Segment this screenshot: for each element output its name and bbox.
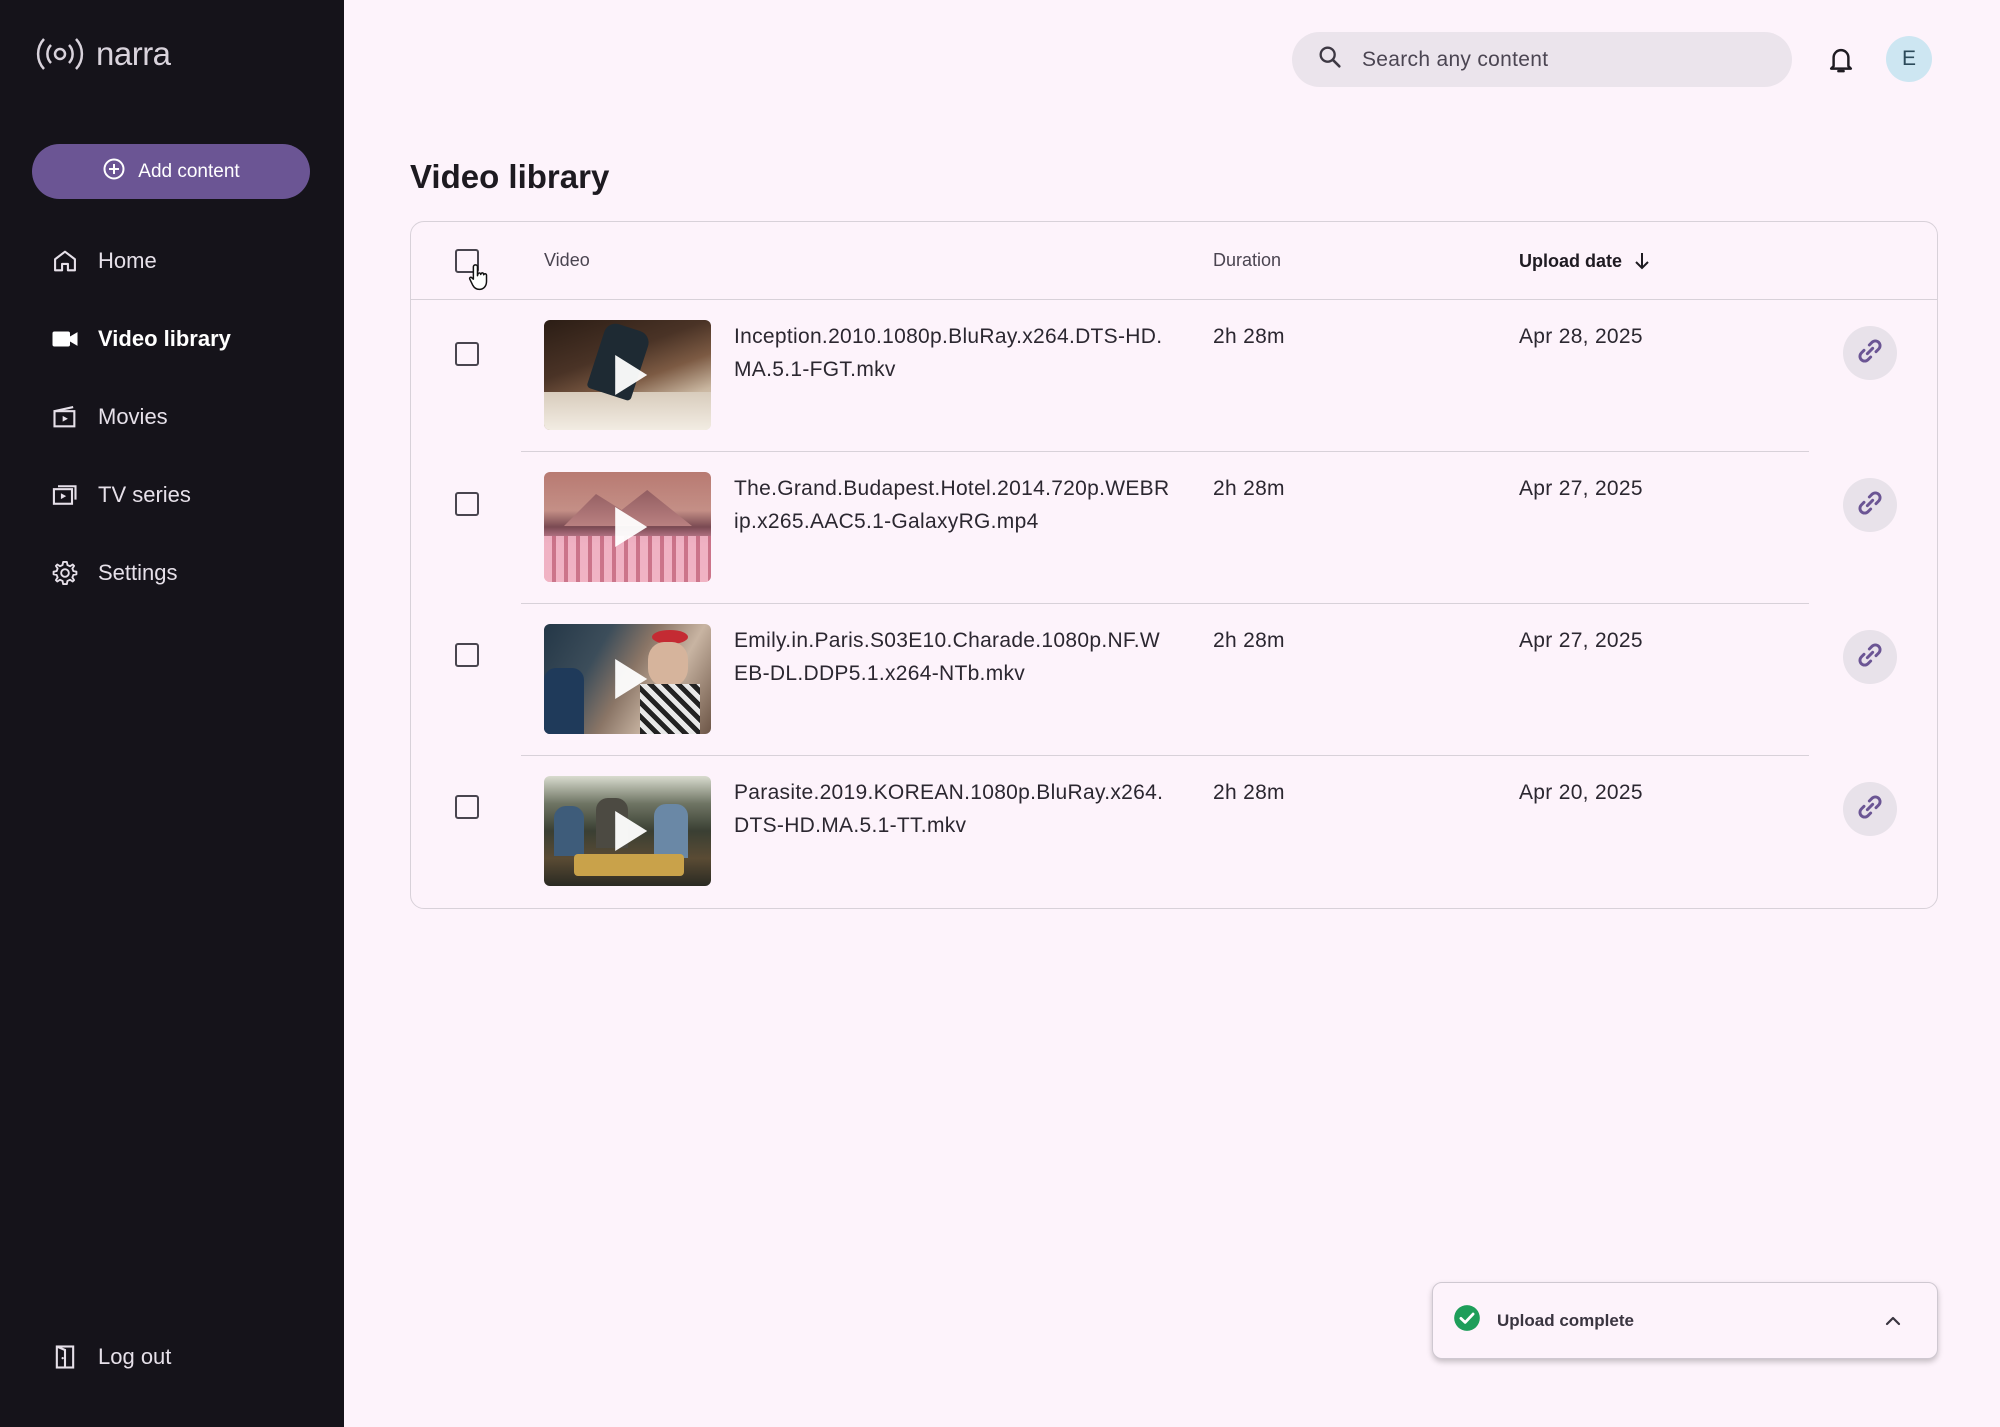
video-duration: 2h 28m — [1213, 325, 1285, 348]
video-upload-date: Apr 27, 2025 — [1519, 477, 1643, 500]
add-content-button[interactable]: Add content — [32, 144, 310, 199]
logout-button[interactable]: Log out — [0, 1318, 344, 1396]
link-icon — [1854, 487, 1886, 524]
table-header: Video Duration Upload date — [411, 222, 1937, 300]
column-header-upload-date[interactable]: Upload date — [1519, 250, 1652, 272]
video-upload-date: Apr 27, 2025 — [1519, 629, 1643, 652]
video-filename: Parasite.2019.KOREAN.1080p.BluRay.x264.D… — [734, 781, 1164, 837]
page-title: Video library — [410, 158, 610, 195]
row-checkbox[interactable] — [455, 795, 479, 819]
logout-label: Log out — [98, 1344, 172, 1369]
sidebar: narra Add content Home Video library Mov… — [0, 0, 344, 1427]
copy-link-button[interactable] — [1843, 478, 1897, 532]
sidebar-item-video-library[interactable]: Video library — [0, 300, 344, 378]
videocam-icon — [50, 324, 80, 354]
brand-logo[interactable]: narra — [32, 34, 171, 74]
video-upload-date: Apr 20, 2025 — [1519, 781, 1643, 804]
sidebar-item-label: TV series — [98, 482, 191, 507]
link-icon — [1854, 335, 1886, 372]
row-checkbox[interactable] — [455, 492, 479, 516]
check-circle-icon — [1453, 1304, 1481, 1337]
sidebar-item-label: Movies — [98, 404, 168, 429]
sidebar-item-settings[interactable]: Settings — [0, 534, 344, 612]
video-thumbnail[interactable] — [544, 776, 711, 886]
sidebar-item-label: Settings — [98, 560, 178, 585]
link-icon — [1854, 639, 1886, 676]
video-filename: The.Grand.Budapest.Hotel.2014.720p.WEBRi… — [734, 477, 1170, 533]
sidebar-item-label: Video library — [98, 326, 231, 351]
cursor-hand-icon — [466, 262, 494, 299]
video-thumbnail[interactable] — [544, 472, 711, 582]
table-row[interactable]: Parasite.2019.KOREAN.1080p.BluRay.x264.D… — [411, 756, 1937, 908]
sidebar-item-movies[interactable]: Movies — [0, 378, 344, 456]
logout-icon — [50, 1342, 80, 1372]
play-icon — [614, 811, 647, 851]
play-icon — [614, 507, 647, 547]
table-row[interactable]: Inception.2010.1080p.BluRay.x264.DTS-HD.… — [411, 300, 1937, 452]
home-icon — [50, 246, 80, 276]
row-checkbox[interactable] — [455, 643, 479, 667]
tv-icon — [50, 480, 80, 510]
copy-link-button[interactable] — [1843, 782, 1897, 836]
copy-link-button[interactable] — [1843, 630, 1897, 684]
video-duration: 2h 28m — [1213, 477, 1285, 500]
link-icon — [1854, 791, 1886, 828]
search-icon — [1316, 43, 1344, 76]
video-thumbnail[interactable] — [544, 624, 711, 734]
broadcast-icon — [32, 34, 88, 74]
notifications-bell-icon[interactable] — [1826, 44, 1856, 81]
add-content-label: Add content — [138, 160, 240, 182]
sidebar-item-home[interactable]: Home — [0, 222, 344, 300]
search-input[interactable]: Search any content — [1292, 32, 1792, 87]
movie-icon — [50, 402, 80, 432]
column-header-video: Video — [544, 250, 590, 270]
upload-date-label: Upload date — [1519, 250, 1623, 271]
sidebar-item-label: Home — [98, 248, 157, 273]
video-filename: Inception.2010.1080p.BluRay.x264.DTS-HD.… — [734, 325, 1163, 381]
video-table: Video Duration Upload date Inception.201… — [410, 221, 1938, 909]
play-icon — [614, 659, 647, 699]
chevron-up-icon[interactable] — [1881, 1309, 1905, 1338]
video-thumbnail[interactable] — [544, 320, 711, 430]
avatar[interactable]: E — [1886, 36, 1932, 82]
toast-message: Upload complete — [1497, 1310, 1634, 1330]
sidebar-nav: Home Video library Movies TV series Sett… — [0, 222, 344, 612]
column-header-duration: Duration — [1213, 250, 1282, 270]
row-checkbox[interactable] — [455, 342, 479, 366]
sidebar-item-tv-series[interactable]: TV series — [0, 456, 344, 534]
gear-icon — [50, 558, 80, 588]
table-row[interactable]: Emily.in.Paris.S03E10.Charade.1080p.NF.W… — [411, 604, 1937, 756]
play-icon — [614, 355, 647, 395]
video-duration: 2h 28m — [1213, 781, 1285, 804]
video-duration: 2h 28m — [1213, 629, 1285, 652]
video-upload-date: Apr 28, 2025 — [1519, 325, 1643, 348]
copy-link-button[interactable] — [1843, 326, 1897, 380]
search-placeholder: Search any content — [1362, 47, 1549, 71]
add-circle-icon — [102, 157, 138, 187]
brand-name: narra — [96, 35, 171, 72]
upload-toast: Upload complete — [1432, 1282, 1938, 1359]
arrow-down-icon — [1632, 250, 1652, 272]
table-row[interactable]: The.Grand.Budapest.Hotel.2014.720p.WEBRi… — [411, 452, 1937, 604]
video-filename: Emily.in.Paris.S03E10.Charade.1080p.NF.W… — [734, 629, 1160, 685]
